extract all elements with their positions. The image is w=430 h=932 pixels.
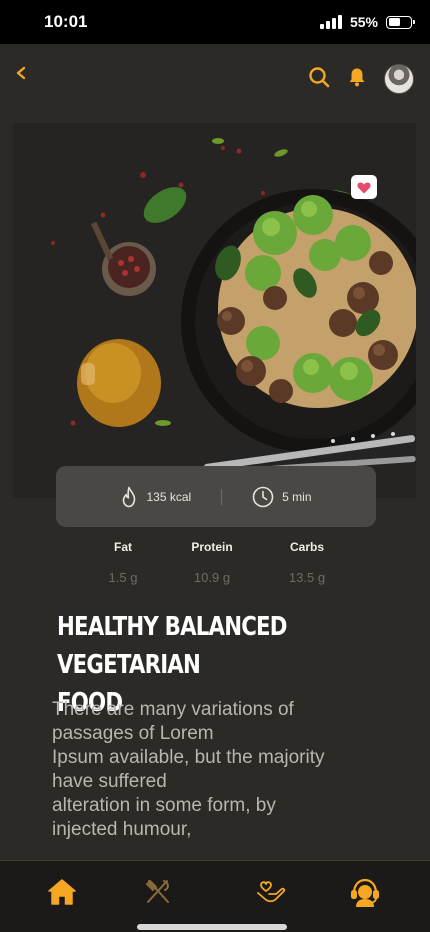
nutrition-label: Carbs [289, 540, 324, 554]
battery-icon [386, 15, 415, 29]
nutrition-value: 1.5 g [108, 570, 138, 585]
flame-icon [123, 486, 136, 507]
avatar[interactable] [384, 64, 414, 94]
chevron-left-icon [16, 66, 26, 80]
home-icon [48, 879, 76, 905]
status-indicators: 55% [319, 14, 415, 30]
battery-percent: 55% [349, 14, 378, 30]
nav-recipes[interactable] [141, 875, 175, 909]
calories-value: 135 kcal [146, 489, 192, 504]
nutrition-value: 10.9 g [193, 570, 231, 585]
utensils-icon [146, 880, 169, 903]
nutrition-label: Fat [114, 540, 132, 554]
description-line: There are many variations of [52, 699, 294, 720]
notifications-button[interactable] [348, 67, 366, 92]
recipe-info-card: 135 kcal 5 min [56, 466, 376, 527]
status-bar: 10:01 55% [0, 0, 430, 44]
time-info: 5 min [252, 486, 312, 508]
support-agent-icon [351, 878, 379, 907]
hand-heart-icon [257, 881, 286, 903]
signal-icon [319, 15, 342, 29]
nutrition-facts: Fat 1.5 g Protein 10.9 g Carbs 13.5 g [0, 540, 430, 590]
nutrition-carbs: Carbs 13.5 g [267, 540, 347, 585]
time-value: 5 min [282, 489, 312, 504]
bell-icon [349, 68, 365, 86]
header-actions [308, 64, 414, 94]
nutrition-label: Protein [191, 540, 233, 554]
nav-support[interactable] [348, 875, 382, 909]
description-line: Ipsum available, but the majority [52, 747, 325, 768]
home-indicator[interactable] [137, 924, 287, 930]
clock-icon [252, 486, 274, 507]
info-divider [221, 488, 223, 505]
description-line: injected humour, [52, 819, 192, 840]
back-button[interactable] [12, 62, 34, 84]
nutrition-protein: Protein 10.9 g [172, 540, 252, 585]
calories-info: 135 kcal [120, 486, 191, 508]
description-line: have suffered [52, 771, 167, 792]
nutrition-fat: Fat 1.5 g [83, 540, 163, 585]
description-line: passages of Lorem [52, 723, 214, 744]
recipe-description: There are many variations of passages of… [52, 698, 402, 842]
description-line: alteration in some form, by [52, 795, 276, 816]
recipe-title-line: HEALTHY BALANCED VEGETARIAN [57, 612, 287, 680]
favorite-button[interactable] [351, 175, 377, 199]
nav-favorites[interactable] [254, 875, 288, 909]
nav-home[interactable] [45, 875, 79, 909]
search-button[interactable] [308, 66, 330, 93]
search-icon [309, 66, 330, 87]
bottom-navigation [0, 860, 430, 920]
recipe-image [13, 123, 416, 498]
status-time: 10:01 [44, 12, 88, 31]
top-app-bar [0, 44, 430, 124]
nutrition-value: 13.5 g [288, 570, 326, 585]
heart-icon [357, 182, 371, 193]
